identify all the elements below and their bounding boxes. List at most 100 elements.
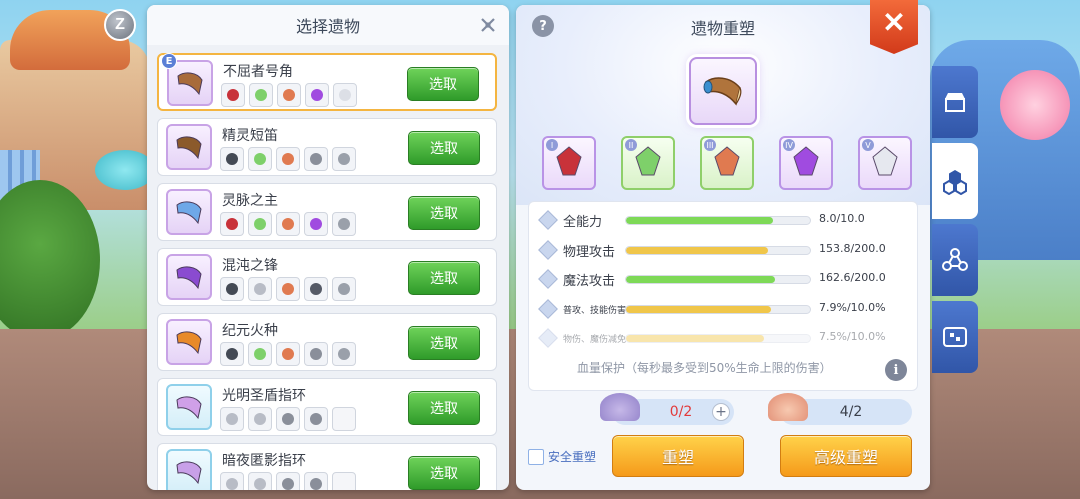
shop-icon xyxy=(945,93,965,112)
relic-gem-slots xyxy=(220,472,356,490)
relic-icon xyxy=(166,449,212,490)
gem-slot-icon xyxy=(304,147,328,171)
relic-card[interactable]: 光明圣盾指环 选取 xyxy=(157,378,497,436)
close-icon[interactable] xyxy=(477,14,499,36)
gem-slot-icon xyxy=(248,147,272,171)
stat-value: 153.8/200.0 xyxy=(819,241,886,255)
z-menu-button[interactable]: Z xyxy=(104,9,136,41)
stats-panel: 血量保护（每秒最多受到50%生命上限的伤害） i 全能力 8.0/10.0 物理攻击… xyxy=(528,201,918,391)
relic-card[interactable]: 灵脉之主 选取 xyxy=(157,183,497,241)
relic-list: E 不屈者号角 选取 精灵短笛 选取 灵脉之主 选取 混沌之锋 选取 纪元火种 选取 光明圣盾指环 选取… xyxy=(147,45,509,490)
select-relic-button[interactable]: 选取 xyxy=(408,131,480,165)
gem-slot-icon xyxy=(276,147,300,171)
stat-row: 物理攻击 153.8/200.0 xyxy=(529,239,917,260)
gem-slot-icon xyxy=(220,277,244,301)
stat-row: 魔法攻击 162.6/200.0 xyxy=(529,269,917,289)
gem-slot[interactable]: I xyxy=(542,136,596,190)
info-icon[interactable]: i xyxy=(885,359,907,381)
stat-name: 物理攻击 xyxy=(563,244,616,260)
advanced-reshape-button[interactable]: 高级重塑 xyxy=(780,435,912,477)
stat-diamond-icon xyxy=(538,328,558,348)
stat-name: 魔法攻击 xyxy=(563,274,616,289)
frame-icon xyxy=(943,327,967,347)
stat-diamond-icon xyxy=(538,239,558,260)
select-relic-button[interactable]: 选取 xyxy=(407,67,479,101)
stat-name: 全能力 xyxy=(563,215,603,230)
gem-slot-icon xyxy=(248,472,272,490)
gem-slot[interactable]: IV xyxy=(779,136,833,190)
empty-slot xyxy=(332,407,356,431)
gem-slot-icon xyxy=(220,342,244,366)
tab-relic[interactable] xyxy=(932,143,978,219)
gem-slot-icon xyxy=(221,83,245,107)
relic-icon xyxy=(166,384,212,430)
gem-slot-icon xyxy=(276,342,300,366)
select-relic-button[interactable]: 选取 xyxy=(408,456,480,490)
stat-diamond-icon xyxy=(538,210,558,230)
nodes-icon xyxy=(942,248,968,271)
relic-gem-slots xyxy=(220,407,356,431)
select-relic-button[interactable]: 选取 xyxy=(408,196,480,230)
relic-name: 纪元火种 xyxy=(222,323,278,339)
select-relic-button[interactable]: 选取 xyxy=(408,391,480,425)
gem-slot-icon xyxy=(220,407,244,431)
relic-icon xyxy=(166,124,212,170)
stat-value: 7.5%/10.0% xyxy=(819,330,886,343)
material-advanced-count: 4/2 xyxy=(839,404,863,420)
relic-name: 光明圣盾指环 xyxy=(222,388,306,404)
relic-card[interactable]: 暗夜匿影指环 选取 xyxy=(157,443,497,490)
reshape-button[interactable]: 重塑 xyxy=(612,435,744,477)
gem-slot-icon xyxy=(220,212,244,236)
material-normal-count: 0/2 xyxy=(669,404,693,420)
add-material-button[interactable]: + xyxy=(712,403,730,421)
gem-slot-number: I xyxy=(546,139,558,151)
safe-reshape-toggle[interactable]: 安全重塑 xyxy=(528,448,596,465)
stat-bar xyxy=(625,334,811,343)
relic-name: 不屈者号角 xyxy=(223,64,293,80)
relic-name: 暗夜匿影指环 xyxy=(222,453,306,469)
stat-value: 7.9%/10.0% xyxy=(819,300,886,314)
relic-card[interactable]: 纪元火种 选取 xyxy=(157,313,497,371)
gem-slot-icon xyxy=(304,407,328,431)
stat-bar-fill xyxy=(626,305,772,313)
gem-slot-icon xyxy=(276,212,300,236)
relic-name: 混沌之锋 xyxy=(222,258,278,274)
hexagon-cluster-icon xyxy=(943,170,967,195)
gem-slot[interactable]: II xyxy=(621,136,675,190)
materials-row: 0/2 + 4/2 xyxy=(600,393,916,427)
hp-protection-note: 血量保护（每秒最多受到50%生命上限的伤害） xyxy=(577,361,832,375)
gem-slot[interactable]: III xyxy=(700,136,754,190)
gem-slot-icon xyxy=(304,342,328,366)
tab-frame[interactable] xyxy=(932,301,978,373)
select-relic-button[interactable]: 选取 xyxy=(408,261,480,295)
tab-shop[interactable] xyxy=(932,66,978,138)
gem-slot-icon xyxy=(277,83,301,107)
gem-slot-number: V xyxy=(862,139,874,151)
equipped-badge: E xyxy=(161,53,177,69)
gem-slot-icon xyxy=(248,212,272,236)
gem-slot-number: IV xyxy=(783,139,795,151)
stat-bar xyxy=(625,275,811,284)
relic-select-header: 选择遗物 xyxy=(147,5,509,45)
safe-reshape-label: 安全重塑 xyxy=(548,450,597,464)
tab-network[interactable] xyxy=(932,224,978,296)
gem-slot-icon xyxy=(248,407,272,431)
stat-diamond-icon xyxy=(538,269,558,289)
gem-slot-icon xyxy=(332,342,356,366)
relic-gem-slots xyxy=(220,147,356,171)
stat-bar-fill xyxy=(626,217,774,224)
stat-bar xyxy=(625,304,811,314)
background-pink-dome xyxy=(1000,70,1070,140)
relic-card[interactable]: E 不屈者号角 选取 xyxy=(157,53,497,111)
safe-reshape-checkbox[interactable] xyxy=(528,448,544,465)
relic-card[interactable]: 精灵短笛 选取 xyxy=(157,118,497,176)
stat-row: 全能力 8.0/10.0 xyxy=(529,210,917,230)
stat-value: 8.0/10.0 xyxy=(819,212,865,225)
gem-slot-icon xyxy=(248,342,272,366)
advanced-crystal-icon xyxy=(768,393,808,421)
close-panel-button[interactable]: ✕ xyxy=(870,0,918,54)
select-relic-button[interactable]: 选取 xyxy=(408,326,480,360)
relic-card[interactable]: 混沌之锋 选取 xyxy=(157,248,497,306)
stat-bar-fill xyxy=(626,246,768,254)
gem-slot[interactable]: V xyxy=(858,136,912,190)
